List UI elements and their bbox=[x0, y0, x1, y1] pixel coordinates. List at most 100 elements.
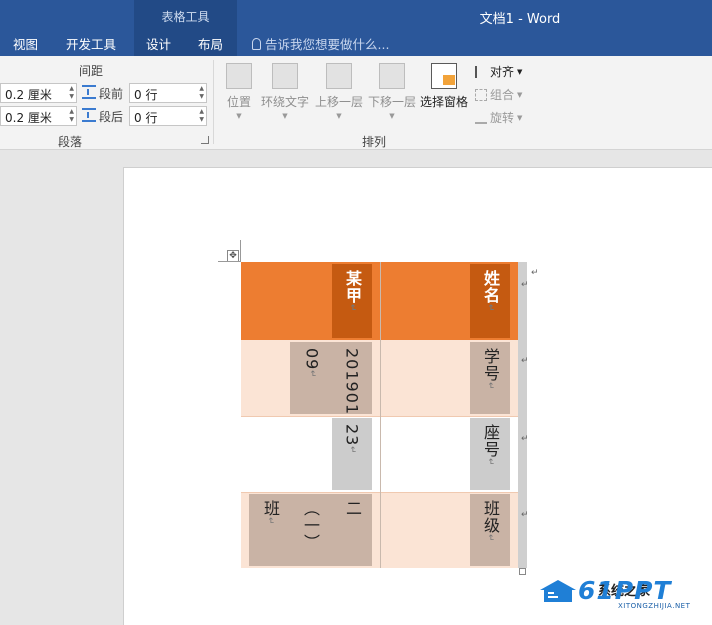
row-end-mark: ↵ bbox=[521, 510, 529, 520]
spacing-header: 间距 bbox=[79, 64, 104, 78]
tell-me-placeholder: 告诉我您想要做什么... bbox=[265, 37, 390, 52]
wrap-text-icon bbox=[272, 63, 298, 89]
window-title: 文档1 - Word bbox=[479, 12, 561, 27]
row-end-mark: ↵ bbox=[521, 434, 529, 444]
spinner-arrows-icon[interactable]: ▲ ▼ bbox=[199, 108, 204, 124]
dropdown-caret-icon: ▼ bbox=[336, 112, 342, 120]
align-button[interactable]: 对齐 ▼ bbox=[475, 63, 522, 80]
row-end-mark: ↵ bbox=[521, 280, 529, 290]
student-id-label: 学号 bbox=[481, 348, 500, 382]
table-cell-text: 座号 ↵ bbox=[470, 418, 510, 490]
name-label: 姓名 bbox=[481, 270, 500, 304]
wrap-text-label: 环绕文字 bbox=[260, 95, 309, 109]
class-value-cont: （一） bbox=[301, 500, 320, 551]
watermark-brand: 61PPT bbox=[578, 576, 672, 605]
tab-developer[interactable]: 开发工具 bbox=[66, 34, 116, 53]
row-end-mark: ↵ bbox=[521, 356, 529, 366]
selection-pane-button[interactable]: 选择窗格 bbox=[418, 63, 470, 110]
position-label: 位置 bbox=[226, 95, 251, 109]
rotate-button[interactable]: 旋转 ▼ bbox=[475, 109, 522, 126]
crop-mark bbox=[240, 240, 241, 262]
spacing-after-field[interactable]: 0 行 ▲ ▼ bbox=[129, 106, 207, 126]
paragraph-mark: ↵ bbox=[265, 517, 275, 526]
seat-label: 座号 bbox=[481, 424, 500, 458]
table-cell-text: （一） bbox=[290, 494, 330, 566]
dropdown-caret-icon: ▼ bbox=[282, 112, 288, 120]
lightbulb-icon bbox=[252, 37, 261, 50]
indent-left-value: 0.2 厘米 bbox=[5, 88, 52, 102]
group-divider bbox=[213, 60, 214, 144]
dropdown-caret-icon: ▼ bbox=[517, 67, 523, 76]
watermark-site: XITONGZHIJIA.NET bbox=[618, 602, 691, 610]
table-cell-text: 学号 ↵ bbox=[470, 342, 510, 414]
spacing-before-value: 0 行 bbox=[134, 88, 158, 102]
paragraph-group-label: 段落 bbox=[58, 135, 83, 149]
dropdown-caret-icon: ▼ bbox=[236, 112, 242, 120]
dropdown-caret-icon: ▼ bbox=[517, 113, 523, 122]
table-cell-text: 某甲 ↵ bbox=[332, 264, 372, 338]
table-resize-handle-icon[interactable] bbox=[519, 568, 526, 575]
class-value-end: 班 bbox=[261, 500, 280, 517]
wrap-text-button[interactable]: 环绕文字 ▼ bbox=[258, 63, 312, 120]
seat-value: 23 bbox=[342, 424, 362, 447]
selection-pane-icon bbox=[431, 63, 457, 89]
group-icon bbox=[475, 88, 487, 101]
crop-mark bbox=[218, 261, 241, 262]
bring-forward-icon bbox=[326, 63, 352, 89]
table-cell-text: 二 bbox=[332, 494, 372, 566]
spacing-before-field[interactable]: 0 行 ▲ ▼ bbox=[129, 83, 207, 103]
spinner-arrows-icon[interactable]: ▲ ▼ bbox=[69, 85, 74, 101]
rotate-label: 旋转 bbox=[490, 111, 515, 125]
spacing-before-icon bbox=[82, 85, 96, 99]
tab-view[interactable]: 视图 bbox=[13, 34, 38, 53]
position-icon bbox=[226, 63, 252, 89]
spinner-arrows-icon[interactable]: ▲ ▼ bbox=[199, 85, 204, 101]
dropdown-caret-icon: ▼ bbox=[389, 112, 395, 120]
spacing-after-icon bbox=[82, 108, 96, 122]
name-value: 某甲 bbox=[343, 270, 362, 304]
row-end-strip bbox=[518, 262, 527, 568]
contextual-tab-title: 表格工具 bbox=[161, 10, 210, 24]
table-cell-text: 201901 bbox=[332, 342, 372, 416]
tab-layout[interactable]: 布局 bbox=[198, 34, 223, 53]
align-icon bbox=[475, 65, 487, 78]
group-label: 组合 bbox=[490, 88, 515, 102]
student-id-value-cont: 09 bbox=[302, 348, 322, 371]
paragraph-mark: ↵ bbox=[307, 370, 317, 379]
paragraph-mark: ↵ bbox=[485, 458, 495, 467]
class-label: 班级 bbox=[481, 500, 500, 534]
table-cell-text: 班 ↵ bbox=[250, 494, 290, 566]
paragraph-mark: ↵ bbox=[485, 534, 495, 543]
spinner-arrows-icon[interactable]: ▲ ▼ bbox=[69, 108, 74, 124]
paragraph-mark: ↵ bbox=[347, 446, 357, 455]
send-backward-button[interactable]: 下移一层 ▼ bbox=[366, 63, 418, 120]
indent-right-value: 0.2 厘米 bbox=[5, 111, 52, 125]
paragraph-mark: ↵ bbox=[485, 304, 495, 313]
house-logo-icon bbox=[540, 580, 576, 602]
paragraph-mark: ↵ bbox=[485, 382, 495, 391]
column-divider bbox=[380, 262, 381, 568]
dialog-launcher-icon[interactable] bbox=[201, 136, 209, 144]
table-cell-text: 23 ↵ bbox=[332, 418, 372, 490]
position-button[interactable]: 位置 ▼ bbox=[222, 63, 256, 120]
rotate-icon bbox=[475, 112, 487, 124]
send-backward-label: 下移一层 bbox=[367, 95, 416, 109]
send-backward-icon bbox=[379, 63, 405, 89]
bring-forward-label: 上移一层 bbox=[314, 95, 363, 109]
indent-right-field[interactable]: 0.2 厘米 ▲ ▼ bbox=[0, 106, 77, 126]
class-value: 二 bbox=[343, 500, 362, 517]
tell-me-search[interactable]: 告诉我您想要做什么... bbox=[252, 34, 389, 53]
spacing-after-label: 段后 bbox=[99, 110, 124, 124]
table-cell-text: 班级 ↵ bbox=[470, 494, 510, 566]
paragraph-mark: ↵ bbox=[347, 304, 357, 313]
watermark: 系统之家 61PPT XITONGZHIJIA.NET bbox=[538, 576, 710, 614]
student-id-value: 201901 bbox=[342, 348, 362, 416]
table-cell-text: 09 ↵ bbox=[292, 342, 332, 414]
group-button[interactable]: 组合 ▼ bbox=[475, 86, 522, 103]
align-label: 对齐 bbox=[490, 65, 515, 79]
bring-forward-button[interactable]: 上移一层 ▼ bbox=[313, 63, 365, 120]
tab-design[interactable]: 设计 bbox=[146, 34, 171, 53]
arrange-group-label: 排列 bbox=[362, 135, 387, 149]
table-cell-text: 姓名 ↵ bbox=[470, 264, 510, 338]
indent-left-field[interactable]: 0.2 厘米 ▲ ▼ bbox=[0, 83, 77, 103]
